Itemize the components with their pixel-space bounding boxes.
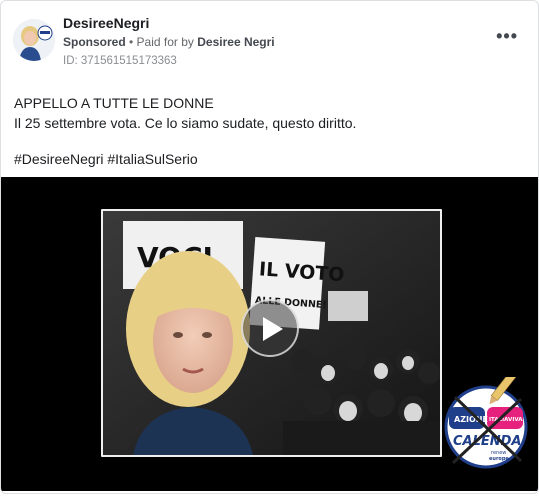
logo-italia-viva: ITALIAVIVA xyxy=(489,417,523,423)
sponsored-label: Sponsored xyxy=(63,35,126,49)
avatar-image xyxy=(13,19,55,61)
ballot-logo-image: AZIONE ITALIAVIVA CALENDA renew europe. xyxy=(444,366,528,469)
avatar[interactable] xyxy=(13,19,55,61)
logo-renew-2: europe. xyxy=(489,456,511,462)
ad-card: DesireeNegri Sponsored • Paid for by Des… xyxy=(0,0,539,494)
paid-for-by-name: Desiree Negri xyxy=(197,35,275,49)
paid-for-prefix: Paid for by xyxy=(136,35,198,49)
library-id: ID: 371561515173363 xyxy=(63,55,177,67)
page-name[interactable]: DesireeNegri xyxy=(63,15,149,31)
play-icon xyxy=(263,317,283,341)
hashtags[interactable]: #DesireeNegri #ItaliaSulSerio xyxy=(14,151,198,167)
play-button[interactable] xyxy=(241,299,299,357)
post-text-line-2: Il 25 settembre vota. Ce lo siamo sudate… xyxy=(14,115,357,131)
party-logo: AZIONE ITALIAVIVA CALENDA renew europe. xyxy=(441,366,531,469)
meta-separator: • xyxy=(125,35,137,49)
sponsorship-line: Sponsored • Paid for by Desiree Negri xyxy=(63,35,275,49)
logo-calenda: CALENDA xyxy=(453,434,522,449)
post-text: APPELLO A TUTTE LE DONNE Il 25 settembre… xyxy=(14,93,356,133)
video-player[interactable]: VOCI IL VOTO ALLE DONNE! xyxy=(1,177,538,491)
more-options-button[interactable]: ••• xyxy=(496,27,518,45)
post-text-line-1: APPELLO A TUTTE LE DONNE xyxy=(14,95,214,111)
